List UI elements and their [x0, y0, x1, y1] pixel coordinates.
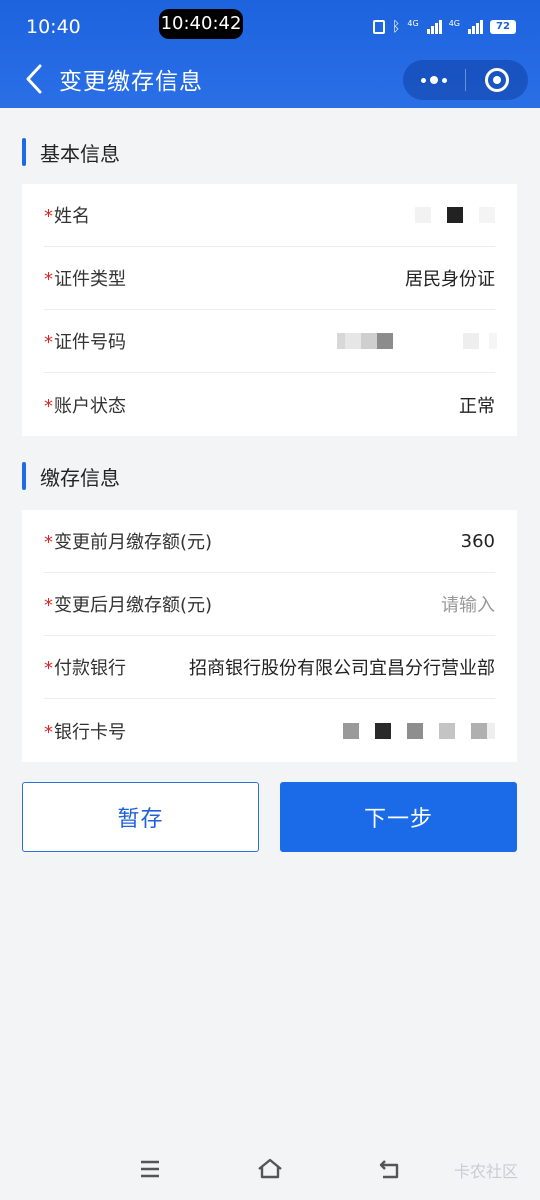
status-icons: ᛒ 4G 4G 72 — [373, 19, 516, 35]
field-label: *付款银行 — [44, 658, 126, 679]
field-label: *姓名 — [44, 206, 90, 227]
form-row-previous-amount: *变更前月缴存额(元) 360 — [44, 510, 495, 573]
chevron-left-icon — [26, 64, 42, 94]
field-label: *账户状态 — [44, 395, 126, 417]
header-area: 10:40 10:40:42 ᛒ 4G 4G 72 变更缴存信息 — [0, 0, 540, 108]
save-draft-button[interactable]: 暂存 — [22, 782, 259, 852]
section-accent-bar — [22, 138, 26, 166]
bluetooth-icon: ᛒ — [392, 19, 401, 35]
battery-icon: 72 — [490, 20, 516, 34]
back-nav-button[interactable] — [377, 1156, 405, 1182]
menu-button[interactable] — [137, 1156, 165, 1182]
masked-id-number-value — [337, 333, 497, 349]
deposit-info-card: *变更前月缴存额(元) 360 *变更后月缴存额(元) 请输入 *付款银行 招商… — [22, 510, 517, 762]
form-row-payment-bank: *付款银行 招商银行股份有限公司宜昌分行营业部 — [44, 636, 495, 699]
field-label: *变更后月缴存额(元) — [44, 595, 213, 616]
form-row-bank-card: *银行卡号 — [44, 699, 495, 762]
next-step-button[interactable]: 下一步 — [280, 782, 517, 852]
section-title: 缴存信息 — [40, 465, 120, 490]
more-dots-icon — [421, 76, 447, 84]
masked-bank-card-value — [343, 722, 495, 739]
page-title: 变更缴存信息 — [59, 69, 203, 95]
form-row-new-amount[interactable]: *变更后月缴存额(元) 请输入 — [44, 573, 495, 636]
watermark: 卡农社区 — [453, 1162, 518, 1181]
close-button[interactable] — [466, 60, 528, 100]
payment-bank-value: 招商银行股份有限公司宜昌分行营业部 — [189, 658, 495, 679]
form-row-name: *姓名 — [44, 184, 495, 247]
back-arrow-icon — [379, 1160, 399, 1179]
signal-icon — [426, 20, 442, 34]
target-circle-icon — [485, 68, 509, 92]
previous-amount-value: 360 — [460, 530, 495, 552]
section-header-basic: 基本信息 — [22, 137, 120, 167]
status-time: 10:40 — [26, 16, 81, 38]
form-row-id-type: *证件类型 居民身份证 — [44, 247, 495, 310]
signal-icon — [468, 20, 483, 34]
field-label: *变更前月缴存额(元) — [44, 532, 213, 553]
clock-badge: 10:40:42 — [159, 9, 243, 39]
more-button[interactable] — [403, 60, 465, 100]
form-row-id-number: *证件号码 — [44, 310, 497, 373]
vibrate-icon — [373, 20, 385, 34]
menu-icon — [141, 1160, 159, 1178]
network-type-1: 4G — [407, 19, 419, 28]
network-type-2: 4G — [448, 19, 460, 28]
new-amount-input[interactable]: 请输入 — [441, 591, 495, 617]
section-accent-bar — [22, 462, 26, 490]
id-type-value: 居民身份证 — [405, 269, 495, 290]
form-row-account-status: *账户状态 正常 — [44, 373, 495, 436]
field-label: *银行卡号 — [44, 721, 126, 743]
field-label: *证件号码 — [44, 332, 126, 353]
mini-program-capsule — [403, 60, 528, 100]
home-icon — [258, 1158, 282, 1179]
field-label: *证件类型 — [44, 269, 126, 290]
masked-name-value — [415, 207, 495, 223]
account-status-value: 正常 — [459, 395, 495, 417]
section-header-deposit: 缴存信息 — [22, 461, 120, 491]
basic-info-card: *姓名 *证件类型 居民身份证 *证件号码 *账户状态 正常 — [22, 184, 517, 436]
section-title: 基本信息 — [40, 141, 120, 166]
back-button[interactable] — [22, 62, 48, 96]
home-button[interactable] — [256, 1156, 284, 1182]
